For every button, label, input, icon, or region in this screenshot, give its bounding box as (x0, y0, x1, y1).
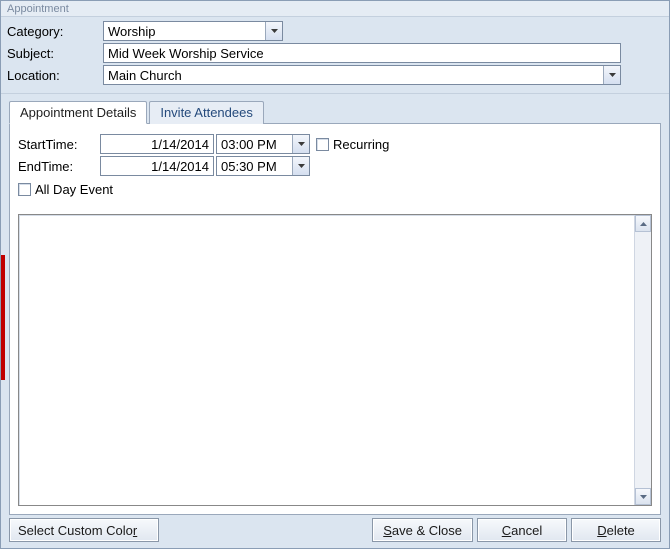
custom-color-accel: r (133, 523, 137, 538)
category-dropdown-button[interactable] (265, 22, 282, 40)
scroll-track[interactable] (635, 232, 651, 488)
chevron-down-icon (640, 495, 647, 499)
chevron-down-icon (298, 164, 305, 168)
allday-label: All Day Event (35, 182, 113, 197)
end-time-value: 05:30 PM (217, 159, 292, 174)
tab-area: Appointment Details Invite Attendees Sta… (9, 100, 661, 515)
tab-strip: Appointment Details Invite Attendees (9, 100, 661, 123)
allday-checkbox[interactable] (18, 183, 31, 196)
recurring-label: Recurring (333, 137, 389, 152)
scroll-down-button[interactable] (635, 488, 651, 505)
save-accel: S (383, 523, 392, 538)
subject-label: Subject: (7, 46, 103, 61)
cancel-accel: C (502, 523, 511, 538)
end-time-dropdown-button[interactable] (292, 157, 309, 175)
notes-textarea[interactable] (18, 214, 652, 506)
recurring-checkbox[interactable] (316, 138, 329, 151)
appointment-window: Appointment Category: Worship Subject: M… (0, 0, 670, 549)
save-close-button[interactable]: Save & Close (372, 518, 473, 542)
end-date-input[interactable]: 1/14/2014 (100, 156, 214, 176)
location-value: Main Church (104, 68, 603, 83)
notes-scrollbar[interactable] (634, 215, 651, 505)
tab-invite-attendees[interactable]: Invite Attendees (149, 101, 264, 124)
start-time-label: StartTime: (18, 137, 100, 152)
scroll-up-button[interactable] (635, 215, 651, 232)
chevron-up-icon (640, 222, 647, 226)
window-title: Appointment (1, 1, 669, 17)
delete-suffix: elete (607, 523, 635, 538)
category-label: Category: (7, 24, 103, 39)
location-label: Location: (7, 68, 103, 83)
custom-color-prefix: Select Custom Colo (18, 523, 133, 538)
allday-checkbox-wrap: All Day Event (18, 182, 113, 197)
cancel-suffix: ancel (511, 523, 542, 538)
subject-input[interactable]: Mid Week Worship Service (103, 43, 621, 63)
save-suffix: ave & Close (392, 523, 462, 538)
end-time-combo[interactable]: 05:30 PM (216, 156, 310, 176)
start-time-dropdown-button[interactable] (292, 135, 309, 153)
delete-accel: D (597, 523, 606, 538)
recurring-checkbox-wrap: Recurring (316, 137, 389, 152)
footer-bar: Select Custom Color Save & Close Cancel … (9, 518, 661, 542)
chevron-down-icon (271, 29, 278, 33)
start-time-value: 03:00 PM (217, 137, 292, 152)
left-accent-bar (1, 255, 5, 380)
tab-body: StartTime: 1/14/2014 03:00 PM Recurring … (9, 123, 661, 515)
chevron-down-icon (298, 142, 305, 146)
category-combo[interactable]: Worship (103, 21, 283, 41)
chevron-down-icon (609, 73, 616, 77)
tab-appointment-details[interactable]: Appointment Details (9, 101, 147, 124)
start-time-combo[interactable]: 03:00 PM (216, 134, 310, 154)
delete-button[interactable]: Delete (571, 518, 661, 542)
location-combo[interactable]: Main Church (103, 65, 621, 85)
cancel-button[interactable]: Cancel (477, 518, 567, 542)
location-dropdown-button[interactable] (603, 66, 620, 84)
select-custom-color-button[interactable]: Select Custom Color (9, 518, 159, 542)
category-value: Worship (104, 24, 265, 39)
end-time-label: EndTime: (18, 159, 100, 174)
header-panel: Category: Worship Subject: Mid Week Wors… (1, 17, 669, 94)
start-date-input[interactable]: 1/14/2014 (100, 134, 214, 154)
